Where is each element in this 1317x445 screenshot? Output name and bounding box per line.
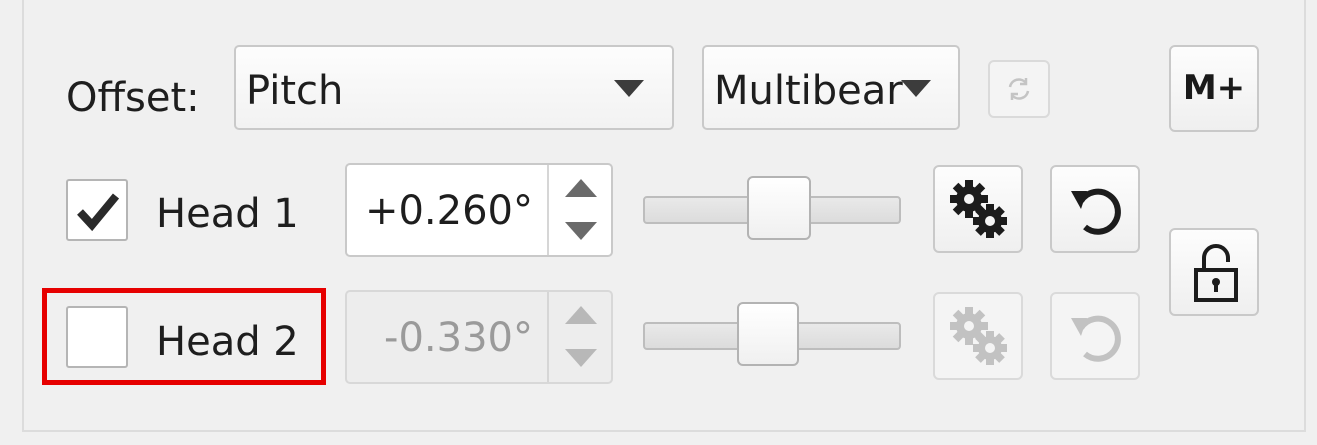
gears-icon bbox=[950, 180, 1007, 238]
head-1-increment-button[interactable] bbox=[549, 165, 611, 210]
head-2-increment-button[interactable] bbox=[549, 292, 611, 337]
chevron-down-icon bbox=[614, 80, 644, 97]
unlocked-padlock-icon bbox=[1194, 244, 1238, 302]
offset-label: Offset: bbox=[66, 75, 200, 121]
head-2-offset-spinbox[interactable]: -0.330° bbox=[345, 290, 613, 384]
chevron-down-icon bbox=[901, 80, 931, 97]
head-1-decrement-button[interactable] bbox=[549, 210, 611, 255]
head-2-decrement-button[interactable] bbox=[549, 337, 611, 382]
sensor-dropdown[interactable]: Multibear bbox=[702, 45, 960, 130]
head-1-offset-value: +0.260° bbox=[364, 188, 533, 234]
chevron-up-icon bbox=[565, 306, 597, 324]
head-2-offset-value: -0.330° bbox=[384, 315, 533, 361]
checkmark-icon bbox=[77, 193, 120, 232]
chevron-down-icon bbox=[565, 222, 597, 240]
head-1-checkbox[interactable] bbox=[66, 179, 128, 241]
chevron-up-icon bbox=[565, 179, 597, 197]
m-plus-button[interactable]: M+ bbox=[1169, 45, 1259, 132]
head-1-label: Head 1 bbox=[156, 191, 299, 237]
chevron-down-icon bbox=[565, 349, 597, 367]
refresh-icon bbox=[1008, 78, 1030, 100]
sensor-value: Multibear bbox=[714, 68, 903, 114]
head-2-slider-thumb[interactable] bbox=[737, 302, 799, 366]
head-1-settings-button[interactable] bbox=[933, 165, 1023, 253]
offset-mode-dropdown[interactable]: Pitch bbox=[234, 45, 674, 130]
m-plus-label: M+ bbox=[1182, 68, 1246, 108]
head-2-reset-button[interactable] bbox=[1050, 292, 1140, 380]
selection-highlight bbox=[42, 288, 326, 385]
gears-icon bbox=[950, 307, 1007, 365]
head-1-slider-thumb[interactable] bbox=[747, 176, 811, 240]
lock-button[interactable] bbox=[1169, 228, 1259, 316]
undo-icon bbox=[1071, 315, 1121, 362]
head-1-reset-button[interactable] bbox=[1050, 165, 1140, 253]
offset-mode-value: Pitch bbox=[246, 68, 344, 114]
refresh-button[interactable] bbox=[988, 60, 1050, 118]
head-1-offset-spinbox[interactable]: +0.260° bbox=[345, 163, 613, 257]
undo-icon bbox=[1071, 188, 1121, 235]
head-2-settings-button[interactable] bbox=[933, 292, 1023, 380]
